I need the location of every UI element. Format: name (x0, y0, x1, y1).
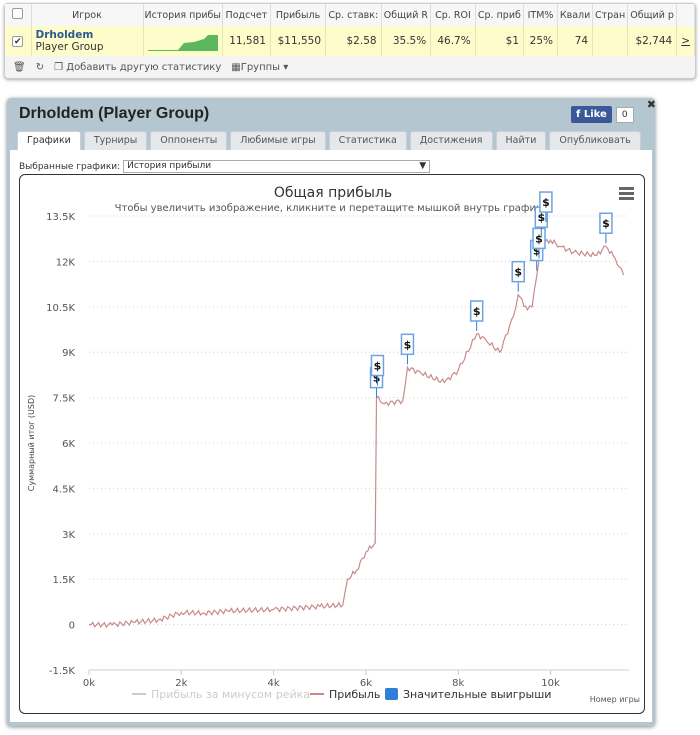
tab-statistics[interactable]: Статистика (328, 131, 407, 150)
y-tick-label: 7.5K (53, 394, 76, 405)
tab-publish[interactable]: Опубликовать (549, 131, 641, 150)
groups-icon: ▦ (231, 61, 241, 73)
big-win-label: $ (374, 359, 382, 372)
cell: 11,581 (222, 26, 271, 56)
y-tick-label: 12K (56, 257, 76, 268)
y-tick-label: 10.5K (46, 303, 75, 314)
y-tick-label: 6K (62, 439, 75, 450)
x-tick-label: 0k (83, 678, 95, 689)
tab-bar: Графики Турниры Оппоненты Любимые игры С… (17, 131, 641, 150)
legend-wins-swatch (385, 688, 398, 700)
big-win-label: $ (602, 217, 610, 230)
cell: 25% (523, 26, 559, 56)
cell (592, 26, 629, 56)
legend-profit: Прибыль (329, 688, 380, 701)
row-checkbox[interactable]: ✔ (12, 36, 24, 47)
player-group: Player Group (35, 41, 104, 53)
col-header[interactable]: Общий R (381, 4, 432, 26)
big-win-label: $ (404, 338, 412, 351)
col-header[interactable]: История прибы (143, 4, 223, 26)
profit-sparkline (143, 26, 223, 56)
chart-title: Общая прибыль (274, 185, 392, 201)
window-icon: ❐ (54, 61, 67, 73)
y-tick-label: 1.5K (53, 575, 76, 586)
tab-find[interactable]: Найти (495, 131, 547, 150)
col-header[interactable]: Ср. приб (475, 4, 525, 26)
select-label: Выбранные графики: (19, 161, 121, 172)
col-header[interactable]: Общий р (627, 4, 678, 26)
stats-table: Игрок История прибы Подсчет Прибыль Ср. … (5, 4, 695, 56)
groups-button[interactable]: ▦Группы ▾ (231, 62, 288, 73)
big-win-label: $ (537, 211, 545, 224)
like-button[interactable]: f Like (571, 106, 612, 123)
chart-select[interactable]: История прибыли ▼ (123, 160, 431, 173)
refresh-icon[interactable]: ↻ (36, 62, 44, 73)
tab-achievements[interactable]: Достижения (409, 131, 493, 150)
col-header[interactable]: Прибыль (270, 4, 327, 26)
chart-subtitle: Чтобы увеличить изображение, кликните и … (115, 203, 552, 214)
col-header[interactable]: Ср. ROI (430, 4, 476, 26)
trash-icon[interactable]: 🗑 (13, 62, 26, 73)
chart-container: Общая прибыль Чтобы увеличить изображение… (19, 174, 645, 714)
y-tick-label: -1.5K (49, 666, 76, 677)
table-row[interactable]: ✔ Drholdem Player Group 11,581 $11,550 $2… (5, 26, 695, 56)
cell: $1 (475, 26, 525, 56)
menu-icon[interactable] (619, 187, 634, 200)
col-header[interactable]: Ср. ставк: (325, 4, 382, 26)
more-link[interactable]: > (676, 26, 695, 56)
y-tick-label: 13.5K (46, 212, 75, 223)
panel-title: Drholdem (Player Group) (19, 105, 210, 122)
cell: 74 (557, 26, 594, 56)
profit-chart[interactable]: Общая прибыль Чтобы увеличить изображение… (20, 175, 646, 715)
add-stat-button[interactable]: ❐ Добавить другую статистику (54, 62, 221, 73)
x-axis-label: Номер игры (590, 695, 640, 704)
y-tick-label: 3K (62, 530, 75, 541)
big-win-label: $ (514, 266, 522, 279)
facebook-like[interactable]: f Like 0 (571, 106, 634, 123)
tab-favorite-games[interactable]: Любимые игры (230, 131, 326, 150)
col-header[interactable]: Подсчет (222, 4, 271, 26)
col-header[interactable]: Стран (592, 4, 629, 26)
y-axis-label: Суммарный итог (USD) (27, 395, 36, 492)
cell: $2.58 (325, 26, 382, 56)
col-header[interactable]: ITM% (523, 4, 559, 26)
profit-line (88, 238, 625, 629)
col-header[interactable]: Игрок (31, 4, 144, 26)
header-row: Игрок История прибы Подсчет Прибыль Ср. … (5, 4, 695, 26)
facebook-icon: f (576, 109, 584, 120)
player-name-link[interactable]: Drholdem (36, 29, 139, 41)
select-all-checkbox[interactable] (12, 8, 24, 19)
big-win-label: $ (473, 305, 481, 318)
y-tick-label: 4.5K (53, 484, 76, 495)
tab-opponents[interactable]: Оппоненты (150, 131, 228, 150)
cell: 46.7% (430, 26, 476, 56)
y-tick-label: 9K (62, 348, 75, 359)
col-header[interactable]: Квали (557, 4, 594, 26)
cell: $2,744 (627, 26, 678, 56)
legend-rake: Прибыль за минусом рейка (151, 688, 310, 701)
tab-charts[interactable]: Графики (17, 131, 81, 150)
dropdown-arrow-icon: ▼ (419, 161, 427, 171)
big-win-label: $ (542, 196, 550, 209)
tab-tournaments[interactable]: Турниры (83, 131, 148, 150)
cell: $11,550 (270, 26, 327, 56)
close-icon[interactable]: ✖ (647, 98, 656, 111)
legend-wins: Значительные выигрыши (403, 688, 551, 701)
stats-table-panel: Игрок История прибы Подсчет Прибыль Ср. … (4, 3, 696, 79)
like-count: 0 (615, 106, 634, 123)
cell: 35.5% (381, 26, 432, 56)
y-tick-label: 0 (69, 621, 75, 632)
